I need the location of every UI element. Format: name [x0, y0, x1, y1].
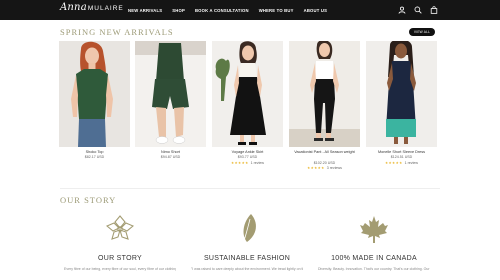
leaf-icon [231, 213, 263, 245]
section-divider [60, 188, 440, 189]
search-icon[interactable] [414, 6, 422, 14]
account-icon[interactable] [398, 6, 406, 14]
product-image[interactable] [59, 41, 130, 147]
story-title: OUR STORY [60, 195, 117, 205]
nav-book-consultation[interactable]: BOOK A CONSULTATION [195, 8, 249, 13]
product-image[interactable] [212, 41, 283, 147]
feature-heading: SUSTAINABLE FASHION [203, 255, 291, 262]
site-logo[interactable]: Anna MULAIRE [60, 2, 124, 18]
feature-text: Diversity. Beauty. Innovation. That's ou… [318, 267, 430, 271]
nav-about-us[interactable]: ABOUT US [304, 8, 327, 13]
product-image[interactable] [289, 41, 360, 147]
header-actions [398, 4, 438, 16]
arrivals-title: SPRING NEW ARRIVALS [60, 27, 174, 37]
feature-heading: OUR STORY [97, 255, 143, 262]
logo-script: Anna [60, 2, 87, 13]
product-rating: ★★★★★ 3 reviews [289, 166, 360, 170]
product-rating: ★★★★★ 1 review [366, 161, 437, 165]
product-price: $93.77 USD [237, 155, 258, 159]
product-image[interactable] [366, 41, 437, 147]
main-nav: NEW ARRIVALS SHOP BOOK A CONSULTATION WH… [128, 0, 327, 20]
review-count[interactable]: 1 review [405, 161, 418, 165]
review-count[interactable]: 1 review [251, 161, 264, 165]
view-all-button[interactable]: VIEW ALL [409, 28, 435, 36]
feature-heading: 100% MADE IN CANADA [331, 255, 417, 262]
rating-stars: ★★★★★ [385, 160, 403, 165]
nav-new-arrivals[interactable]: NEW ARRIVALS [128, 8, 162, 13]
flower-icon [104, 213, 136, 245]
product-name[interactable]: Vacationist Pant - All Season weight [289, 150, 360, 155]
bag-icon[interactable] [430, 6, 438, 14]
nav-shop[interactable]: SHOP [172, 8, 185, 13]
product-image[interactable] [135, 41, 206, 147]
product-price: $82.17 USD [84, 155, 105, 159]
product-price: $102.20 USD [313, 160, 336, 165]
rating-stars: ★★★★★ [231, 160, 249, 165]
nav-where-to-buy[interactable]: WHERE TO BUY [259, 8, 294, 13]
product-grid: Shoko Top $82.17 USD Nimo Short $94.87 U… [58, 41, 438, 181]
product-rating: ★★★★★ 1 review [212, 161, 283, 165]
feature-text: Every fibre of our being, every fibre of… [64, 267, 176, 271]
product-price: $94.87 USD [160, 155, 181, 159]
review-count[interactable]: 3 reviews [327, 166, 342, 170]
site-header: Anna MULAIRE NEW ARRIVALS SHOP BOOK A CO… [0, 0, 500, 20]
logo-caps: MULAIRE [87, 5, 124, 12]
product-price: $124.51 USD [390, 155, 413, 159]
maple-leaf-icon [358, 213, 390, 245]
rating-stars: ★★★★★ [307, 166, 325, 170]
feature-text: "I was raised to care deeply about the e… [191, 267, 303, 271]
